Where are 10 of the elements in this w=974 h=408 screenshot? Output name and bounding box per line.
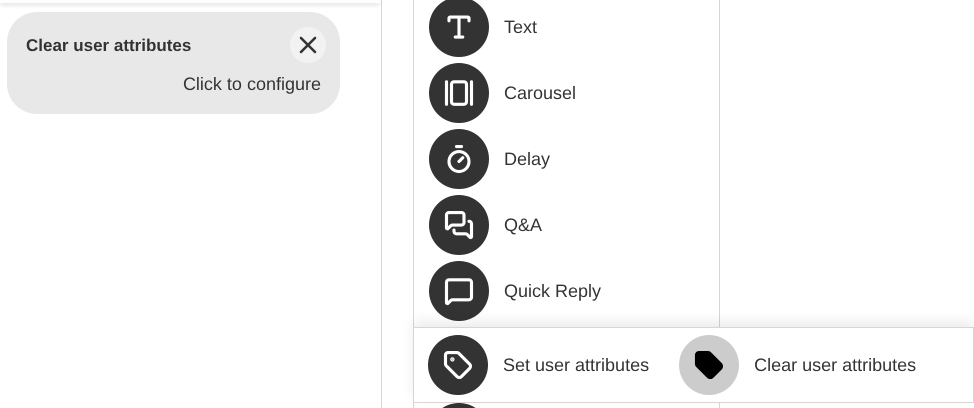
attribute-option[interactable]: Set user attributes <box>428 335 650 395</box>
configure-hint: Click to configure <box>182 73 321 96</box>
palette-item[interactable]: Quick Reply <box>414 261 719 321</box>
palette-item[interactable]: Delay <box>414 129 719 189</box>
palette-item[interactable]: Text <box>414 0 719 57</box>
config-card[interactable]: Clear user attributes Click to configure <box>7 12 340 114</box>
attribute-option[interactable]: Clear user attributes <box>679 335 916 395</box>
palette-item[interactable]: Q&A <box>414 195 719 255</box>
card-title: Clear user attributes <box>26 35 192 58</box>
palette-item[interactable]: Carousel <box>414 63 719 123</box>
